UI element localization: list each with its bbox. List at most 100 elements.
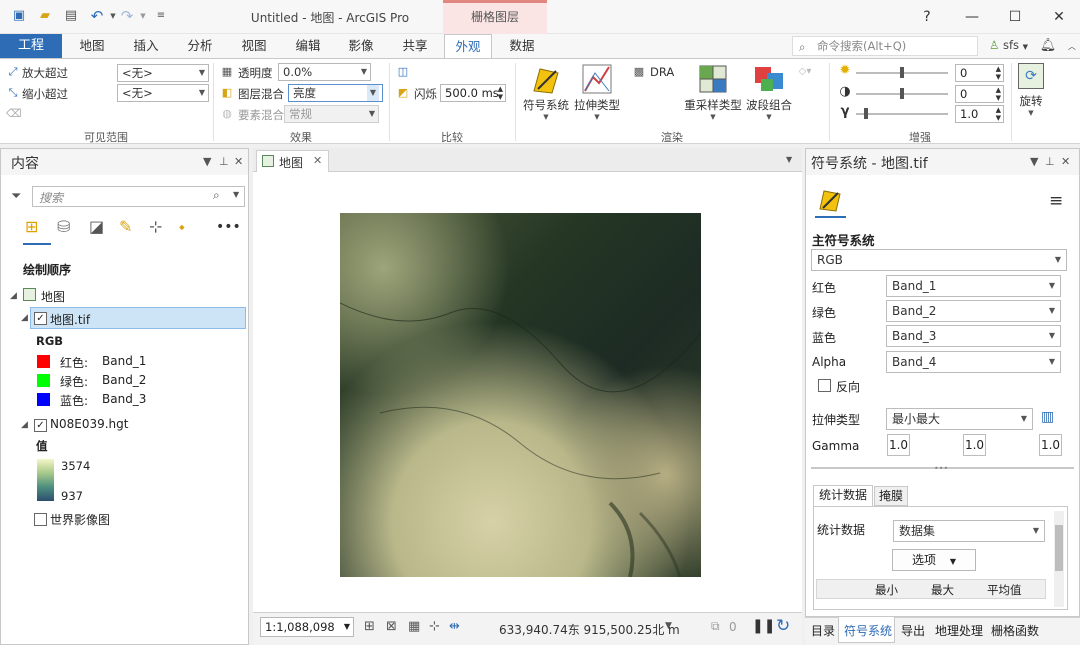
tab-geoprocessing[interactable]: 地理处理 xyxy=(935,622,983,639)
close-pane-icon[interactable]: ✕ xyxy=(1061,155,1070,168)
statistics-dropdown[interactable]: 数据集 ▼ xyxy=(893,520,1045,542)
transparency-input[interactable]: 0.0% ▼ xyxy=(278,63,371,81)
spinner-icon[interactable]: ▲ ▼ xyxy=(498,85,503,101)
flicker-icon[interactable]: ◩ xyxy=(396,86,410,100)
zoom-in-beyond-dropdown[interactable]: <无> ▼ xyxy=(117,64,209,82)
tab-symbology[interactable]: 符号系统 xyxy=(844,622,892,639)
blue-channel-dropdown[interactable]: Band_3 ▼ xyxy=(886,325,1061,347)
refresh-icon[interactable]: ↻ xyxy=(776,616,790,636)
tab-edit[interactable]: 编辑 xyxy=(288,34,328,58)
pane-options-icon[interactable]: ▼ xyxy=(203,155,211,168)
contents-search-input[interactable]: 搜索 ⌕ ▼ xyxy=(32,186,245,207)
tab-map[interactable]: 地图 xyxy=(72,34,112,58)
map-canvas[interactable] xyxy=(253,172,802,612)
list-by-data-source-icon[interactable]: ⛁ xyxy=(57,217,70,236)
grid-icon[interactable]: ⊞ xyxy=(364,619,375,634)
pause-drawing-icon[interactable]: ❚❚ xyxy=(752,618,775,634)
resample-type-button[interactable]: 重采样类型 ▼ xyxy=(684,63,742,121)
list-by-labeling-icon[interactable]: ⬩ xyxy=(179,217,185,237)
list-by-selection-icon[interactable]: ◪ xyxy=(89,217,104,236)
map-scale-dropdown[interactable]: 1:1,088,098 ▼ xyxy=(260,617,354,637)
pin-icon[interactable]: ⊥ xyxy=(219,155,229,168)
tab-data[interactable]: 数据 xyxy=(502,34,542,58)
tab-list-icon[interactable]: ▼ xyxy=(786,155,792,164)
tab-project[interactable]: 工程 xyxy=(0,34,62,58)
zoom-out-beyond-dropdown[interactable]: <无> ▼ xyxy=(117,84,209,102)
collapse-icon[interactable]: ◢ xyxy=(10,291,17,301)
ribbon-collapse-icon[interactable]: ︿ xyxy=(1068,42,1076,51)
notification-bell-icon[interactable]: 🔔︎ xyxy=(1040,38,1057,53)
basemap-visibility-checkbox[interactable] xyxy=(34,513,47,526)
swipe-icon[interactable]: ◫ xyxy=(396,65,410,79)
tab-map-view[interactable]: 地图 ✕ xyxy=(256,150,329,172)
brightness-slider[interactable] xyxy=(856,67,948,78)
pin-icon[interactable]: ⊥ xyxy=(1045,155,1055,168)
renderer-dropdown[interactable]: RGB ▼ xyxy=(811,249,1067,271)
snapping-icon[interactable]: ⊹ xyxy=(429,619,440,634)
reference-scale-icon[interactable]: ⊠ xyxy=(386,619,397,634)
gamma-input[interactable]: 1.0 ▲ ▼ xyxy=(955,105,1004,123)
layer-name-hgt[interactable]: N08E039.hgt xyxy=(50,417,128,431)
close-button[interactable]: ✕ xyxy=(1047,7,1071,27)
layer-blend-dropdown[interactable]: 亮度 ▼ xyxy=(288,84,383,102)
filter-icon[interactable]: ⏷ xyxy=(11,189,21,204)
feature-blend-dropdown[interactable]: 常规 ▼ xyxy=(284,105,379,123)
splitter-grip-icon[interactable]: ••• xyxy=(934,465,948,473)
rotate-button[interactable]: ⟳ 旋转 ▼ xyxy=(1014,63,1048,117)
brightness-slider-thumb[interactable] xyxy=(900,67,904,78)
close-tab-icon[interactable]: ✕ xyxy=(313,154,322,167)
contrast-slider[interactable] xyxy=(856,88,948,99)
layer-name-tif[interactable]: 地图.tif xyxy=(50,311,90,328)
spinner-icon[interactable]: ▲ ▼ xyxy=(996,106,1001,122)
basemap-layer-name[interactable]: 世界影像图 xyxy=(50,511,110,528)
command-search-input[interactable]: ⌕ 命令搜索(Alt+Q) xyxy=(792,36,978,56)
gamma-slider[interactable] xyxy=(856,108,948,119)
spinner-icon[interactable]: ▲ ▼ xyxy=(996,86,1001,102)
options-button[interactable]: 选项 ▼ xyxy=(892,549,976,571)
primary-symbology-icon[interactable] xyxy=(818,187,842,213)
tab-share[interactable]: 共享 xyxy=(395,34,435,58)
green-channel-dropdown[interactable]: Band_2 ▼ xyxy=(886,300,1061,322)
invert-checkbox[interactable] xyxy=(818,379,831,392)
gamma-green-input[interactable]: 1.0 xyxy=(963,434,986,456)
statistics-scrollbar[interactable] xyxy=(1054,511,1064,607)
table-grid-icon[interactable]: ▦ xyxy=(408,619,420,634)
histogram-icon[interactable]: ▥ xyxy=(1041,409,1054,425)
pane-options-icon[interactable]: ▼ xyxy=(1030,155,1038,168)
gamma-blue-input[interactable]: 1.0 xyxy=(1039,434,1062,456)
tab-view[interactable]: 视图 xyxy=(234,34,274,58)
more-options-icon[interactable]: ••• xyxy=(216,219,241,235)
tab-imagery[interactable]: 影像 xyxy=(341,34,381,58)
symbology-button[interactable]: 符号系统 ▼ xyxy=(520,63,572,121)
alpha-channel-dropdown[interactable]: Band_4 ▼ xyxy=(886,351,1061,373)
contrast-input[interactable]: 0 ▲ ▼ xyxy=(955,85,1004,103)
list-by-snapping-icon[interactable]: ⊹ xyxy=(149,217,162,236)
hamburger-menu-icon[interactable]: ≡ xyxy=(1049,191,1063,211)
coordinate-format-dropdown-icon[interactable]: ▼ xyxy=(665,621,672,631)
tab-mask[interactable]: 掩膜 xyxy=(874,486,908,506)
gamma-slider-thumb[interactable] xyxy=(864,108,868,119)
layer-visibility-checkbox[interactable]: ✓ xyxy=(34,312,47,325)
user-menu[interactable]: ♙ sfs ▼ 🔔︎ ︿ xyxy=(989,38,1076,53)
minimize-button[interactable]: — xyxy=(960,7,984,27)
tab-catalog[interactable]: 目录 xyxy=(811,622,835,639)
contrast-slider-thumb[interactable] xyxy=(900,88,904,99)
band-combination-button[interactable]: 波段组合 ▼ xyxy=(744,63,794,121)
tab-appearance[interactable]: 外观 xyxy=(444,34,492,59)
close-pane-icon[interactable]: ✕ xyxy=(234,155,243,168)
layer-visibility-checkbox[interactable]: ✓ xyxy=(34,419,47,432)
list-by-drawing-order-icon[interactable]: ⊞ xyxy=(25,217,38,236)
spinner-icon[interactable]: ▲ ▼ xyxy=(996,65,1001,81)
tab-statistics[interactable]: 统计数据 xyxy=(813,485,873,506)
tab-analysis[interactable]: 分析 xyxy=(180,34,220,58)
maximize-button[interactable]: ☐ xyxy=(1003,7,1027,27)
collapse-icon[interactable]: ◢ xyxy=(21,313,28,323)
scrollbar-thumb[interactable] xyxy=(1055,525,1063,571)
tab-insert[interactable]: 插入 xyxy=(126,34,166,58)
coordinates-icon[interactable]: ⇹ xyxy=(449,619,460,634)
mask-options-icon[interactable]: ◇▾ xyxy=(798,65,812,79)
red-channel-dropdown[interactable]: Band_1 ▼ xyxy=(886,275,1061,297)
tab-raster-functions[interactable]: 栅格函数 xyxy=(991,622,1039,639)
dra-label[interactable]: DRA xyxy=(650,65,674,79)
gamma-red-input[interactable]: 1.0 xyxy=(887,434,910,456)
